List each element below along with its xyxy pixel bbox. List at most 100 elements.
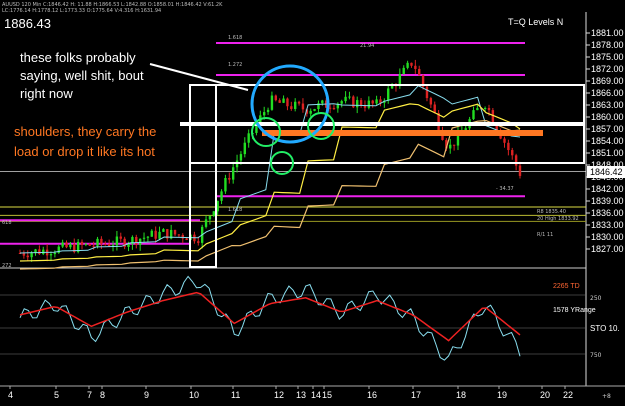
- annotation-orange-2: load or drop it like its hot: [14, 144, 155, 159]
- dip-label: - 34.37: [496, 186, 514, 192]
- r8-label: R8 1835.40: [537, 209, 566, 215]
- r1-label: R/1 11: [537, 232, 553, 238]
- candle-body: [491, 110, 495, 124]
- price-tick-label: 1878.00: [591, 40, 624, 50]
- candle-body: [262, 112, 266, 116]
- time-axis: 4 5 7 8 9 10 11 12 13 14 15 16 17 18 19 20 22: [8, 386, 573, 400]
- candle-body: [313, 109, 316, 111]
- candle-body: [212, 211, 215, 216]
- candle-body: [282, 98, 285, 103]
- candle-body: [274, 95, 278, 101]
- candle-body: [208, 215, 212, 220]
- annotation-line-1: these folks probably: [20, 50, 136, 65]
- price-tick-label: 1833.00: [591, 220, 624, 230]
- candle-body: [228, 177, 231, 180]
- price-tick-label: 1863.00: [591, 100, 624, 110]
- candle-body: [243, 142, 247, 155]
- fib-label-top: 1.618: [228, 35, 242, 41]
- candle-body: [30, 252, 33, 258]
- candle-body: [142, 237, 146, 239]
- candle-body: [88, 243, 91, 246]
- price-tick-label: 1851.00: [591, 148, 624, 158]
- candle-body: [472, 110, 475, 120]
- price-tick-label: 1836.00: [591, 208, 624, 218]
- peak-label: 21.94: [360, 43, 374, 49]
- candle-body: [92, 245, 95, 247]
- candle-body: [42, 249, 45, 255]
- last-price: 1886.43: [4, 16, 51, 31]
- candle-body: [309, 110, 312, 114]
- candle-body: [247, 133, 250, 143]
- candle-body: [344, 96, 347, 102]
- time-label: 12: [274, 390, 284, 400]
- candle-body: [406, 62, 409, 68]
- time-label: 4: [8, 390, 13, 400]
- candle-body: [356, 100, 359, 108]
- price-tick-label: 1827.00: [591, 244, 624, 254]
- sub-tick-3: 750: [590, 352, 602, 359]
- time-label: 19: [497, 390, 507, 400]
- candle-body: [177, 234, 181, 236]
- candle-body: [150, 230, 153, 237]
- candle-body: [270, 95, 274, 110]
- candle-body: [69, 244, 72, 248]
- candle-body: [185, 238, 188, 241]
- fib-label-mid: 1.272: [228, 62, 242, 68]
- candle-body: [402, 67, 405, 74]
- candle-body: [464, 128, 467, 131]
- candle-body: [321, 100, 324, 104]
- time-label: 22: [563, 390, 573, 400]
- candle-body: [449, 144, 452, 149]
- candle-body: [107, 244, 111, 247]
- time-label: 9: [144, 390, 149, 400]
- annotation-orange-1: shoulders, they carry the: [14, 124, 156, 139]
- candle-body: [22, 253, 26, 256]
- candle-body: [425, 86, 429, 99]
- ma-slow-line: [19, 119, 521, 270]
- candle-body: [286, 98, 289, 107]
- candle-body: [363, 105, 367, 108]
- sto-d-line: [19, 291, 521, 342]
- candle-body: [371, 100, 374, 104]
- candle-body: [154, 230, 157, 239]
- annotation-line-2: saying, well shit, bout: [20, 68, 144, 83]
- candle-body: [266, 109, 270, 113]
- candle-body: [49, 254, 53, 256]
- candle-body: [197, 241, 200, 243]
- candle-body: [301, 103, 305, 110]
- current-price: 1846.42: [590, 167, 623, 177]
- candle-body: [115, 236, 119, 246]
- candle-body: [348, 96, 351, 98]
- time-label: 13: [296, 390, 306, 400]
- time-label: 14: [311, 390, 321, 400]
- sto-label: STO 10.: [590, 324, 620, 333]
- candle-body: [231, 167, 235, 180]
- candle-body: [65, 242, 68, 248]
- candle-body: [340, 101, 343, 104]
- price-tick-label: 1842.00: [591, 184, 624, 194]
- candle-body: [38, 249, 41, 255]
- candle-body: [387, 88, 390, 101]
- candle-body: [507, 142, 510, 151]
- candle-body: [367, 100, 371, 108]
- oscillator-panel: [0, 275, 586, 361]
- candle-body: [290, 106, 293, 109]
- r20-label: 20 High 1833.92: [537, 216, 579, 222]
- sub-tick-1: 250: [590, 295, 602, 302]
- price-tick-label: 1830.00: [591, 232, 624, 242]
- time-label: 18: [456, 390, 466, 400]
- candle-body: [452, 144, 456, 146]
- candle-body: [204, 219, 208, 227]
- time-label: 15: [322, 390, 332, 400]
- candle-body: [84, 243, 88, 245]
- candle-body: [61, 242, 64, 247]
- price-axis: 1881.00 1878.00 1875.00 1872.00 1869.00 1866.…: [586, 28, 624, 254]
- candle-body: [278, 100, 281, 103]
- time-label: 7: [87, 390, 92, 400]
- candle-body: [104, 243, 107, 245]
- trading-chart[interactable]: AUUSD 120 Min C:1846.42 H: 11.88 H:1866.…: [0, 0, 625, 406]
- candle-body: [119, 236, 122, 239]
- candle-body: [26, 255, 29, 258]
- candle-body: [158, 231, 161, 239]
- candle-body: [332, 108, 336, 110]
